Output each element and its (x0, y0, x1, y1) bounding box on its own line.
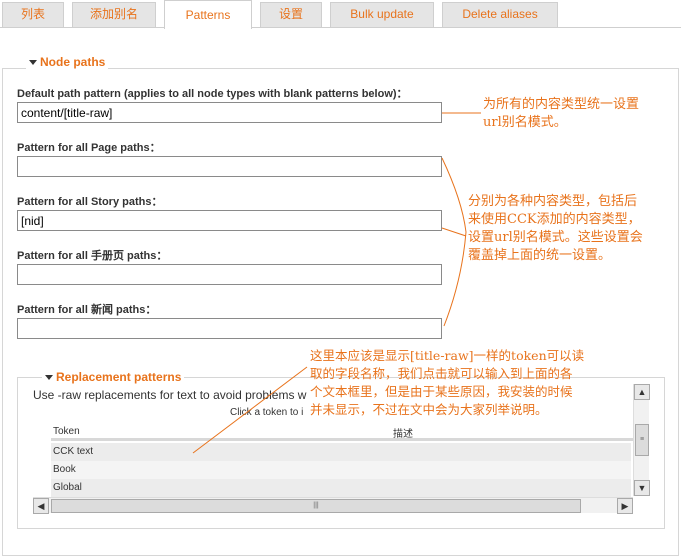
table-row[interactable]: CCK text (51, 443, 631, 461)
row-token: Book (53, 464, 76, 475)
tab-delete-aliases[interactable]: Delete aliases (442, 2, 558, 27)
tab-bar-underline (0, 27, 681, 28)
story-pattern-label: Pattern for all Story paths： (17, 196, 163, 208)
tab-list[interactable]: 列表 (2, 2, 64, 27)
tab-patterns[interactable]: Patterns (164, 0, 252, 29)
collapse-triangle-icon (45, 375, 53, 381)
collapse-triangle-icon (29, 60, 37, 66)
note-line: url别名模式。 (483, 115, 567, 130)
scroll-up-icon[interactable]: ▲ (634, 384, 650, 400)
note-line: 个文本框里，但是由于某些原因，我安装的时候 (310, 384, 573, 399)
node-paths-legend[interactable]: Node paths (26, 55, 109, 69)
token-click-hint: Click a token to i (230, 407, 304, 418)
table-row[interactable]: Book (51, 461, 631, 479)
note-line: 这里本应该是显示[title-raw]一样的token可以读 (310, 348, 585, 363)
replacement-patterns-legend[interactable]: Replacement patterns (42, 370, 185, 384)
row-token: CCK text (53, 446, 94, 457)
note-line: 取的字段名称，我们点击就可以输入到上面的各 (310, 366, 573, 381)
tab-settings[interactable]: 设置 (260, 2, 322, 27)
vertical-scroll-thumb[interactable]: ≡ (635, 424, 649, 456)
tab-add-alias[interactable]: 添加别名 (72, 2, 156, 27)
row-token: Global (53, 482, 82, 493)
annotation-note-2: 分别为各种内容类型，包括后 来使用CCK添加的内容类型， 设置url别名模式。这… (468, 193, 643, 265)
note-line: 设置url别名模式。这些设置会 (468, 230, 643, 245)
manual-pattern-input[interactable] (17, 264, 442, 285)
table-header-divider (51, 438, 633, 441)
note-line: 为所有的内容类型统一设置 (483, 97, 640, 112)
replacement-legend-text: Replacement patterns (56, 370, 182, 384)
tab-bar: 列表 添加别名 Patterns 设置 Bulk update Delete a… (0, 0, 681, 29)
table-row[interactable]: Global (51, 479, 631, 497)
scroll-down-icon[interactable]: ▼ (634, 480, 650, 496)
story-pattern-input[interactable] (17, 210, 442, 231)
tab-bulk-update[interactable]: Bulk update (330, 2, 434, 27)
replacement-description: Use -raw replacements for text to avoid … (33, 388, 307, 402)
note-line: 来使用CCK添加的内容类型， (468, 212, 641, 227)
note-line: 分别为各种内容类型，包括后 (468, 194, 638, 209)
manual-pattern-label: Pattern for all 手册页 paths： (17, 250, 168, 262)
scroll-left-icon[interactable]: ◀ (33, 498, 49, 514)
annotation-note-3: 这里本应该是显示[title-raw]一样的token可以读 取的字段名称，我们… (310, 347, 584, 419)
note-line: 覆盖掉上面的统一设置。 (468, 248, 612, 263)
annotation-note-1: 为所有的内容类型统一设置 url别名模式。 (483, 96, 639, 132)
node-paths-legend-text: Node paths (40, 55, 106, 69)
vertical-scrollbar[interactable]: ▲ ≡ ▼ (633, 384, 650, 496)
page-pattern-input[interactable] (17, 156, 442, 177)
page-pattern-label: Pattern for all Page paths： (17, 142, 161, 154)
token-column-header: Token (53, 426, 80, 437)
horizontal-scrollbar[interactable]: ◀ ||| ▶ (33, 497, 633, 514)
scroll-right-icon[interactable]: ▶ (617, 498, 633, 514)
horizontal-scroll-thumb[interactable]: ||| (51, 499, 581, 513)
news-pattern-label: Pattern for all 新闻 paths： (17, 304, 157, 316)
news-pattern-input[interactable] (17, 318, 442, 339)
default-pattern-input[interactable] (17, 102, 442, 123)
note-line: 并未显示，不过在文中会为大家列举说明。 (310, 402, 548, 417)
default-pattern-label: Default path pattern (applies to all nod… (17, 88, 408, 100)
